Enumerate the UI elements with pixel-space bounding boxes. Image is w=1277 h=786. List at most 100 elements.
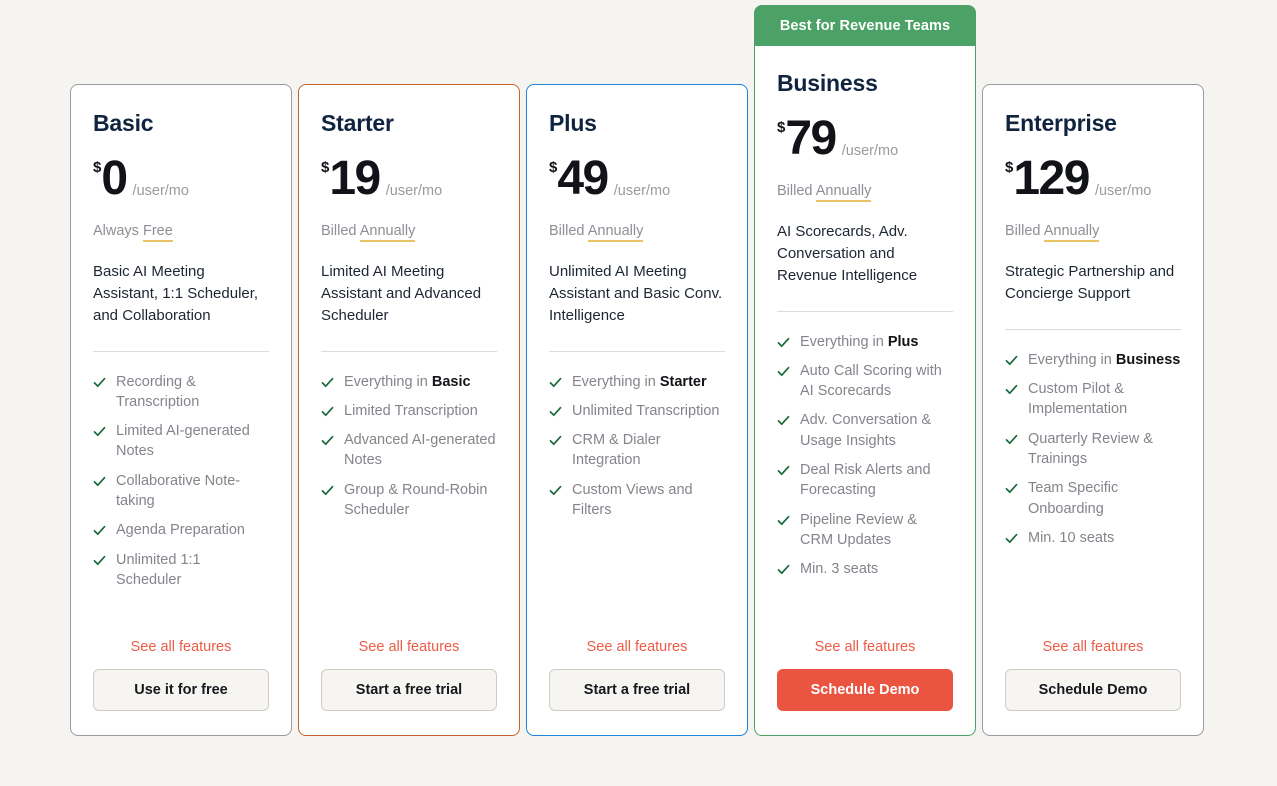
feature-item: Advanced AI-generated Notes xyxy=(321,430,497,471)
plan-cta-button[interactable]: Schedule Demo xyxy=(1005,669,1181,711)
price-period: /user/mo xyxy=(613,183,671,200)
feature-label: Recording & Transcription xyxy=(116,372,269,413)
see-all-features-link[interactable]: See all features xyxy=(321,639,497,655)
feature-label: Unlimited 1:1 Scheduler xyxy=(116,550,269,591)
feature-item: Limited Transcription xyxy=(321,401,497,421)
billing-highlight: Annually xyxy=(1043,223,1100,243)
see-all-features-link[interactable]: See all features xyxy=(549,639,725,655)
check-icon xyxy=(1005,433,1018,446)
check-icon xyxy=(93,524,106,537)
feature-label: Everything in Basic xyxy=(344,372,471,392)
feature-label-text: Custom Views and Filters xyxy=(572,481,693,519)
plan-tagline: Basic AI Meeting Assistant, 1:1 Schedule… xyxy=(93,263,259,324)
plan-cta-button[interactable]: Use it for free xyxy=(93,669,269,711)
billing-note: Billed Annually xyxy=(1005,223,1181,243)
feature-item: Everything in Plus xyxy=(777,332,953,352)
billing-prefix: Always xyxy=(93,223,139,240)
feature-label-text: Limited AI-generated Notes xyxy=(116,423,250,460)
check-icon xyxy=(777,365,790,378)
feature-label: Quarterly Review & Trainings xyxy=(1028,429,1181,470)
check-icon xyxy=(93,425,106,438)
plan-price: $ 19 /user/mo xyxy=(321,155,497,203)
billing-prefix: Billed xyxy=(777,183,813,200)
price-amount: 129 xyxy=(1013,152,1090,206)
price-period: /user/mo xyxy=(385,183,443,200)
feature-label-text: Quarterly Review & Trainings xyxy=(1028,430,1153,467)
feature-item: Unlimited Transcription xyxy=(549,401,725,421)
feature-label: Deal Risk Alerts and Forecasting xyxy=(800,460,953,501)
pricing-card-business: Best for Revenue Teams Business $ 79 /us… xyxy=(754,5,976,736)
card-divider xyxy=(549,350,725,352)
feature-label-text: Recording & Transcription xyxy=(116,373,200,410)
price-amount: 19 xyxy=(329,152,381,206)
price-period: /user/mo xyxy=(1094,183,1152,200)
pricing-card-plus: Plus $ 49 /user/mo Billed Annually Unlim… xyxy=(526,84,748,736)
plan-tagline: Unlimited AI Meeting Assistant and Basic… xyxy=(549,263,723,324)
feature-label-text: Limited Transcription xyxy=(344,402,478,419)
feature-label-emphasis: Starter xyxy=(659,373,707,390)
feature-label: Adv. Conversation & Usage Insights xyxy=(800,410,953,451)
feature-label: Team Specific Onboarding xyxy=(1028,478,1181,519)
feature-label-text: Min. 3 seats xyxy=(800,561,879,578)
billing-prefix: Billed xyxy=(321,223,357,240)
feature-label-text: Auto Call Scoring with AI Scorecards xyxy=(800,362,942,400)
pricing-card-enterprise: Enterprise $ 129 /user/mo Billed Annuall… xyxy=(982,84,1204,736)
feature-label-text: Pipeline Review & CRM Updates xyxy=(800,511,917,548)
check-icon xyxy=(1005,383,1018,396)
price-amount: 0 xyxy=(101,152,128,206)
feature-label-text: Everything in xyxy=(1028,351,1116,368)
feature-item: Adv. Conversation & Usage Insights xyxy=(777,410,953,451)
feature-item: Custom Views and Filters xyxy=(549,480,725,521)
feature-item: Everything in Starter xyxy=(549,372,725,392)
feature-label-text: Advanced AI-generated Notes xyxy=(344,432,496,469)
plan-price: $ 49 /user/mo xyxy=(549,155,725,203)
feature-label: Collaborative Note-taking xyxy=(116,471,269,512)
feature-label: Everything in Plus xyxy=(800,332,918,352)
feature-label: Agenda Preparation xyxy=(116,520,245,540)
plan-tagline: Strategic Partnership and Concierge Supp… xyxy=(1005,263,1175,303)
plan-tagline: Limited AI Meeting Assistant and Advance… xyxy=(321,263,482,324)
billing-highlight: Annually xyxy=(359,223,416,243)
feature-item: Everything in Basic xyxy=(321,372,497,392)
check-icon xyxy=(777,514,790,527)
feature-label: Custom Pilot & Implementation xyxy=(1028,379,1181,420)
feature-label-emphasis: Business xyxy=(1115,351,1181,368)
currency-symbol: $ xyxy=(1005,159,1014,177)
feature-list: Everything in Basic Limited Transcription… xyxy=(321,372,497,635)
feature-label: Limited Transcription xyxy=(344,401,478,421)
feature-label: Group & Round-Robin Scheduler xyxy=(344,480,497,521)
card-divider xyxy=(321,350,497,352)
check-icon xyxy=(777,336,790,349)
plan-name: Enterprise xyxy=(1005,110,1117,136)
feature-label-text: CRM & Dialer Integration xyxy=(572,432,661,469)
feature-label-text: Min. 10 seats xyxy=(1028,529,1115,546)
plan-name: Basic xyxy=(93,110,154,136)
feature-item: Everything in Business xyxy=(1005,350,1181,370)
feature-item: Unlimited 1:1 Scheduler xyxy=(93,550,269,591)
plan-cta-button[interactable]: Schedule Demo xyxy=(777,669,953,711)
feature-item: Recording & Transcription xyxy=(93,372,269,413)
billing-highlight: Free xyxy=(142,223,173,243)
plan-cta-button[interactable]: Start a free trial xyxy=(549,669,725,711)
feature-item: Deal Risk Alerts and Forecasting xyxy=(777,460,953,501)
feature-label-text: Everything in xyxy=(572,373,660,390)
feature-item: Min. 10 seats xyxy=(1005,528,1181,548)
billing-note: Billed Annually xyxy=(549,223,725,243)
plan-cta-button[interactable]: Start a free trial xyxy=(321,669,497,711)
see-all-features-link[interactable]: See all features xyxy=(93,639,269,655)
feature-item: Agenda Preparation xyxy=(93,520,269,540)
feature-label: Min. 3 seats xyxy=(800,559,878,579)
check-icon xyxy=(321,376,334,389)
currency-symbol: $ xyxy=(93,159,102,177)
check-icon xyxy=(93,376,106,389)
feature-label: Auto Call Scoring with AI Scorecards xyxy=(800,361,953,402)
feature-label: Limited AI-generated Notes xyxy=(116,421,269,462)
feature-label-text: Adv. Conversation & Usage Insights xyxy=(800,412,932,449)
see-all-features-link[interactable]: See all features xyxy=(1005,639,1181,655)
feature-label-text: Custom Pilot & Implementation xyxy=(1028,381,1128,418)
feature-item: Auto Call Scoring with AI Scorecards xyxy=(777,361,953,402)
feature-item: Custom Pilot & Implementation xyxy=(1005,379,1181,420)
feature-label-text: Everything in xyxy=(800,333,888,350)
see-all-features-link[interactable]: See all features xyxy=(777,639,953,655)
check-icon xyxy=(1005,354,1018,367)
